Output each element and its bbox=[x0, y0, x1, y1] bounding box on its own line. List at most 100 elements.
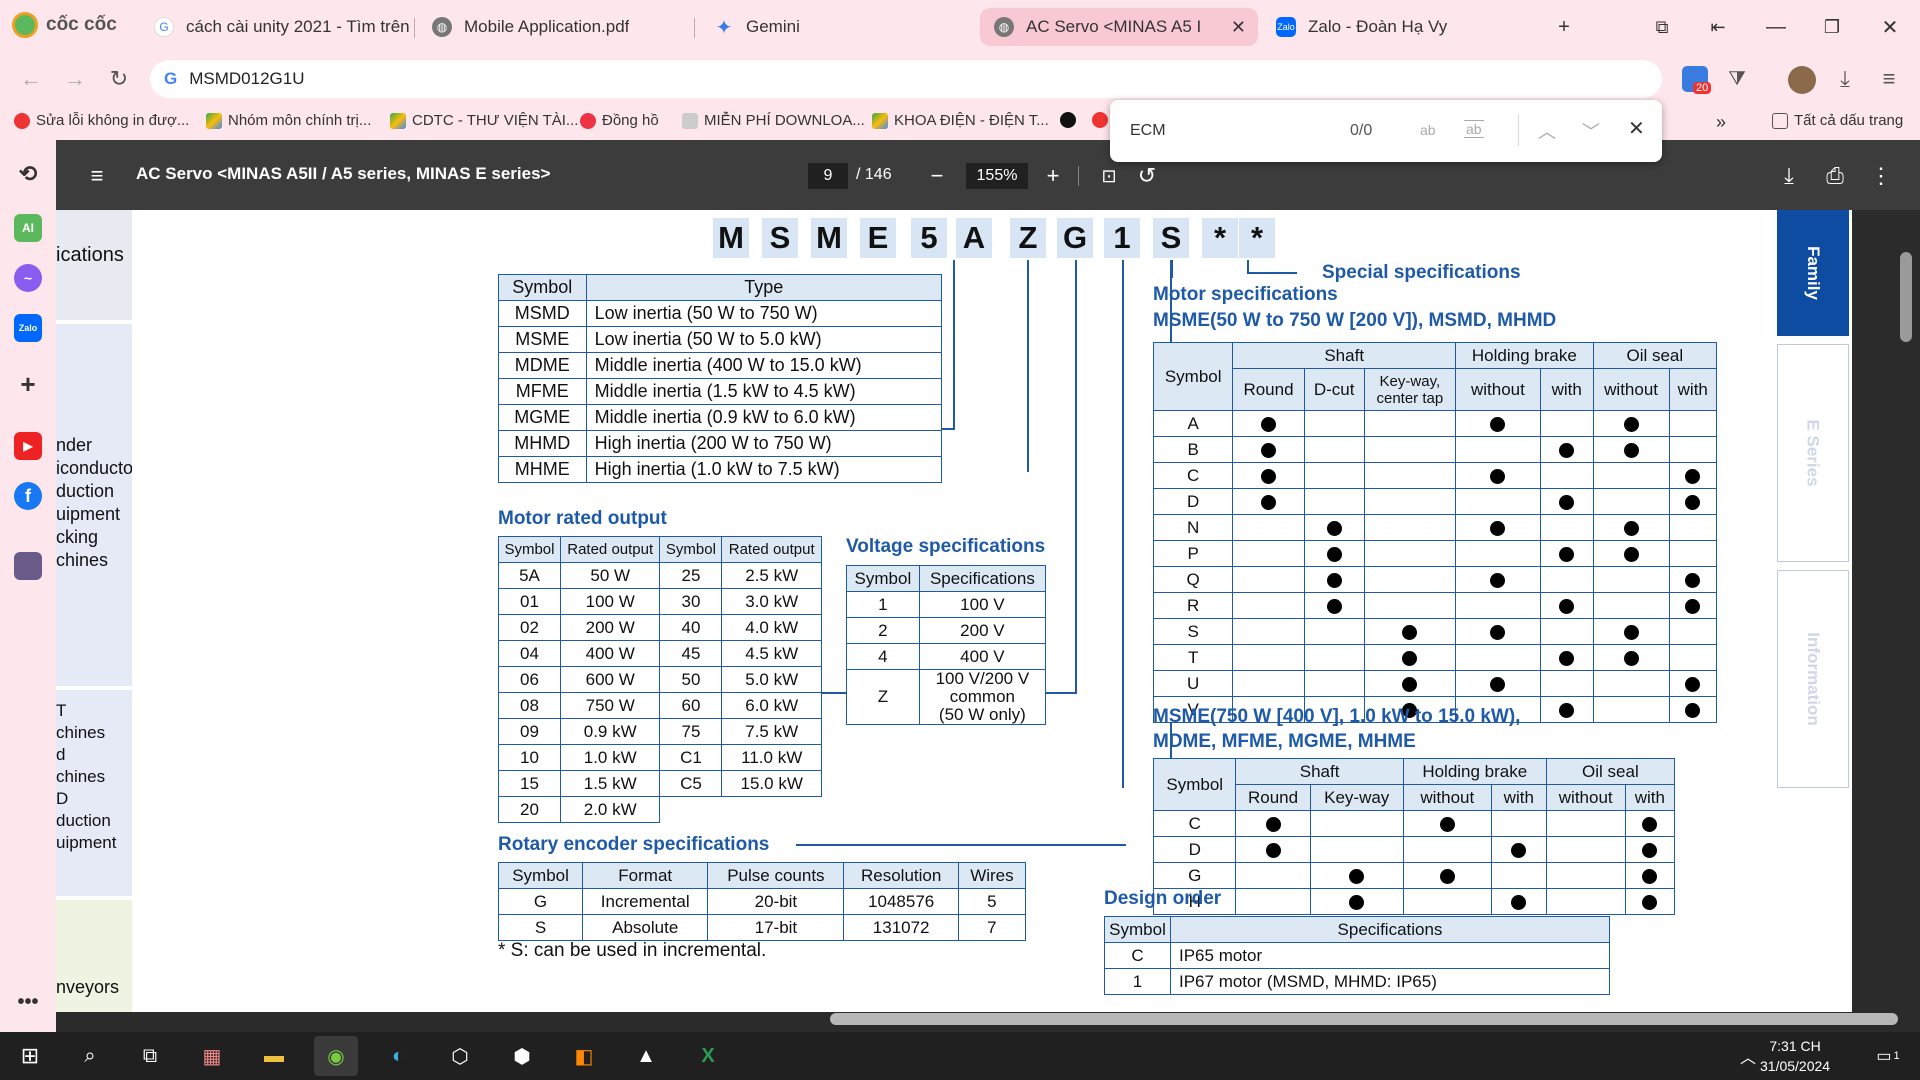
zoom-level[interactable]: 155% bbox=[966, 163, 1028, 189]
close-window-button[interactable]: ✕ bbox=[1870, 10, 1910, 44]
clock[interactable]: 7:31 CH 31/05/2024 bbox=[1760, 1036, 1830, 1076]
extension-icon[interactable]: 20 bbox=[1682, 66, 1712, 94]
print-icon[interactable]: ⎙ bbox=[1820, 162, 1850, 190]
restore-button[interactable]: ❐ bbox=[1812, 10, 1852, 44]
page-number-input[interactable]: 9 bbox=[808, 163, 848, 189]
new-tab-button[interactable]: + bbox=[1544, 10, 1584, 44]
back-button[interactable]: ← bbox=[14, 62, 48, 96]
table-cell: 0.9 kW bbox=[559, 718, 661, 745]
bookmark-2[interactable]: CDTC - THƯ VIỆN TÀI... bbox=[390, 112, 578, 129]
match-case-toggle[interactable]: ab bbox=[1420, 122, 1436, 138]
table-cell bbox=[1490, 836, 1547, 863]
bookmark-0[interactable]: Sửa lỗi không in đượ... bbox=[14, 112, 189, 129]
bookmark-4[interactable]: MIỄN PHÍ DOWNLOA... bbox=[682, 112, 865, 129]
excel-icon[interactable]: X bbox=[686, 1036, 730, 1076]
bookmark-1[interactable]: Nhóm môn chính trị... bbox=[206, 112, 371, 129]
tab-1[interactable]: ◍ Mobile Application.pdf bbox=[418, 8, 688, 46]
bookmark-3[interactable]: Đồng hồ bbox=[580, 112, 659, 129]
table-header: Symbol bbox=[1152, 758, 1237, 811]
tab-search-icon[interactable]: ⇤ bbox=[1698, 10, 1738, 44]
bookmark-5[interactable]: KHOA ĐIỆN - ĐIỆN T... bbox=[872, 112, 1049, 129]
find-input[interactable]: ECM bbox=[1130, 122, 1166, 140]
profile-icon[interactable] bbox=[14, 552, 42, 580]
whole-word-toggle[interactable]: ab bbox=[1464, 120, 1484, 138]
connector-line bbox=[1247, 272, 1297, 274]
unity-hub-icon[interactable]: ⬢ bbox=[500, 1036, 544, 1076]
coccoc-icon bbox=[12, 12, 38, 38]
forward-button[interactable]: → bbox=[58, 62, 92, 96]
unity-icon[interactable]: ⬡ bbox=[438, 1036, 482, 1076]
table-cell bbox=[1592, 592, 1670, 619]
screenshot-icon[interactable]: ⧉ bbox=[1642, 10, 1682, 44]
tab-2[interactable]: ✦ Gemini bbox=[700, 8, 970, 46]
table-row: MHMD High inertia (200 W to 750 W) bbox=[498, 430, 943, 457]
find-close-icon[interactable]: ✕ bbox=[1628, 116, 1645, 141]
side-tab-family[interactable]: Family bbox=[1777, 210, 1849, 336]
pdf-download-icon[interactable]: ⤓ bbox=[1774, 162, 1804, 190]
tab-label: Zalo - Đoàn Hạ Vy bbox=[1308, 17, 1448, 36]
coccoc-taskbar-icon[interactable]: ◉ bbox=[314, 1036, 358, 1076]
vertical-scrollbar[interactable] bbox=[1900, 252, 1912, 342]
rotate-icon[interactable]: ↺ bbox=[1132, 162, 1162, 190]
table-cell: 1 bbox=[1104, 968, 1171, 995]
more-icon[interactable]: ••• bbox=[14, 988, 42, 1016]
search-icon[interactable]: ⌕ bbox=[68, 1036, 112, 1076]
table-cell bbox=[1592, 618, 1670, 645]
address-bar[interactable]: G MSMD012G1U bbox=[150, 60, 1662, 98]
history-icon[interactable]: ⟲ bbox=[14, 160, 42, 188]
youtube-icon[interactable]: ▶ bbox=[14, 432, 42, 460]
find-bar: ECM 0/0 ab ab ︿ ﹀ ✕ bbox=[1110, 100, 1662, 162]
find-next-icon[interactable]: ﹀ bbox=[1582, 118, 1600, 144]
ai-icon[interactable]: AI bbox=[14, 214, 42, 242]
close-tab-icon[interactable]: ✕ bbox=[1231, 17, 1246, 38]
extensions-puzzle-icon[interactable]: ⧩ bbox=[1720, 62, 1754, 96]
table-cell bbox=[1592, 410, 1670, 437]
profile-avatar[interactable] bbox=[1788, 66, 1816, 94]
table-header: Format bbox=[582, 862, 709, 889]
zoom-in-button[interactable]: + bbox=[1038, 162, 1068, 190]
side-tab-e-series[interactable]: E Series bbox=[1777, 344, 1849, 562]
table-cell bbox=[1232, 670, 1305, 697]
side-tab-information[interactable]: Information bbox=[1777, 570, 1849, 788]
table-row: G bbox=[1152, 862, 1676, 889]
minimize-button[interactable]: — bbox=[1756, 10, 1796, 44]
table-cell bbox=[1539, 592, 1594, 619]
table-cell: Middle inertia (400 W to 15.0 kW) bbox=[585, 352, 943, 379]
store-icon[interactable]: ▦ bbox=[190, 1036, 234, 1076]
bookmark-6[interactable] bbox=[1060, 112, 1082, 128]
browser-logo[interactable]: cốc cốc bbox=[12, 12, 117, 38]
horizontal-scrollbar[interactable] bbox=[830, 1013, 1898, 1025]
tab-4[interactable]: Zalo Zalo - Đoàn Hạ Vy bbox=[1262, 8, 1532, 46]
notification-icon[interactable]: ▭ 1 bbox=[1866, 1036, 1910, 1076]
fit-page-icon[interactable]: ⊡ bbox=[1094, 162, 1124, 190]
side-cell-4: nveyors bbox=[56, 900, 132, 1012]
table-cell bbox=[1363, 462, 1457, 489]
table-row: R bbox=[1152, 592, 1718, 619]
all-bookmarks[interactable]: Tất cả dấu trang bbox=[1772, 112, 1903, 129]
menu-icon[interactable]: ≡ bbox=[1872, 62, 1906, 96]
more-bookmarks-icon[interactable]: » bbox=[1716, 112, 1726, 133]
photos-icon[interactable]: ▲ bbox=[624, 1036, 668, 1076]
tab-3-active[interactable]: ◍ AC Servo <MINAS A5 II ✕ bbox=[980, 8, 1258, 46]
bookmark-label: MIỄN PHÍ DOWNLOA... bbox=[704, 112, 865, 129]
edge-icon[interactable]: ◐ bbox=[376, 1036, 420, 1076]
task-view-icon[interactable]: ⧉ bbox=[128, 1036, 172, 1076]
table-cell bbox=[1402, 862, 1492, 889]
table-cell bbox=[1303, 592, 1365, 619]
add-app-icon[interactable]: + bbox=[14, 369, 42, 399]
reload-button[interactable]: ↻ bbox=[102, 62, 136, 96]
bullet-dot-icon bbox=[1265, 842, 1281, 858]
messenger-icon[interactable]: ~ bbox=[14, 264, 42, 292]
pdf-more-icon[interactable]: ⋮ bbox=[1866, 162, 1896, 190]
find-prev-icon[interactable]: ︿ bbox=[1538, 118, 1556, 144]
windows-start-icon[interactable]: ⊞ bbox=[8, 1036, 52, 1076]
pdf-menu-icon[interactable]: ≡ bbox=[82, 162, 112, 190]
zalo-icon[interactable]: Zalo bbox=[14, 314, 42, 342]
code-char: S bbox=[1153, 218, 1189, 258]
facebook-icon[interactable]: f bbox=[14, 482, 42, 510]
download-icon[interactable]: ⤓ bbox=[1828, 62, 1862, 96]
file-explorer-icon[interactable]: ▬ bbox=[252, 1036, 296, 1076]
app-icon[interactable]: ◧ bbox=[562, 1036, 606, 1076]
tab-0[interactable]: G cách cài unity 2021 - Tìm trên G bbox=[140, 8, 412, 46]
zoom-out-button[interactable]: − bbox=[922, 162, 952, 190]
